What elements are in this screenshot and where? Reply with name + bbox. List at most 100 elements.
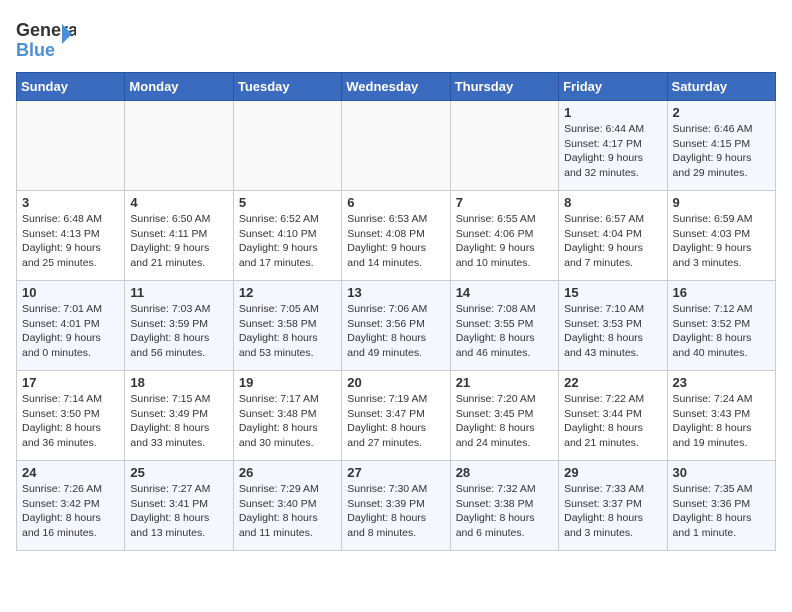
calendar-day-cell: 13 Sunrise: 7:06 AM Sunset: 3:56 PM Dayli… (342, 281, 450, 371)
day-number: 15 (564, 285, 661, 300)
day-number: 27 (347, 465, 444, 480)
day-info: Sunrise: 6:52 AM Sunset: 4:10 PM Dayligh… (239, 212, 336, 271)
calendar-day-cell: 30 Sunrise: 7:35 AM Sunset: 3:36 PM Dayli… (667, 461, 775, 551)
day-info: Sunrise: 7:27 AM Sunset: 3:41 PM Dayligh… (130, 482, 227, 541)
calendar-day-cell: 28 Sunrise: 7:32 AM Sunset: 3:38 PM Dayli… (450, 461, 558, 551)
calendar-day-cell: 21 Sunrise: 7:20 AM Sunset: 3:45 PM Dayli… (450, 371, 558, 461)
day-of-week-header: Thursday (450, 73, 558, 101)
day-number: 23 (673, 375, 770, 390)
calendar-day-cell: 4 Sunrise: 6:50 AM Sunset: 4:11 PM Daylig… (125, 191, 233, 281)
day-info: Sunrise: 6:44 AM Sunset: 4:17 PM Dayligh… (564, 122, 661, 181)
day-info: Sunrise: 7:32 AM Sunset: 3:38 PM Dayligh… (456, 482, 553, 541)
calendar-day-cell: 12Sunrise: 7:05 AM Sunset: 3:58 PM Dayli… (233, 281, 341, 371)
day-info: Sunrise: 7:10 AM Sunset: 3:53 PM Dayligh… (564, 302, 661, 361)
calendar-day-cell: 29 Sunrise: 7:33 AM Sunset: 3:37 PM Dayli… (559, 461, 667, 551)
calendar-day-cell: 15 Sunrise: 7:10 AM Sunset: 3:53 PM Dayli… (559, 281, 667, 371)
day-info: Sunrise: 6:55 AM Sunset: 4:06 PM Dayligh… (456, 212, 553, 271)
logo-svg: GeneralBlue (16, 16, 76, 64)
day-number: 1 (564, 105, 661, 120)
day-info: Sunrise: 7:08 AM Sunset: 3:55 PM Dayligh… (456, 302, 553, 361)
calendar-week-row: 17 Sunrise: 7:14 AM Sunset: 3:50 PM Dayli… (17, 371, 776, 461)
calendar-day-cell: 9 Sunrise: 6:59 AM Sunset: 4:03 PM Daylig… (667, 191, 775, 281)
calendar-day-cell (342, 101, 450, 191)
day-info: Sunrise: 6:46 AM Sunset: 4:15 PM Dayligh… (673, 122, 770, 181)
calendar-day-cell: 19Sunrise: 7:17 AM Sunset: 3:48 PM Dayli… (233, 371, 341, 461)
day-info: Sunrise: 7:03 AM Sunset: 3:59 PM Dayligh… (130, 302, 227, 361)
calendar-week-row: 10 Sunrise: 7:01 AM Sunset: 4:01 PM Dayli… (17, 281, 776, 371)
calendar-day-cell: 22 Sunrise: 7:22 AM Sunset: 3:44 PM Dayli… (559, 371, 667, 461)
calendar-day-cell: 17 Sunrise: 7:14 AM Sunset: 3:50 PM Dayli… (17, 371, 125, 461)
calendar-day-cell: 25 Sunrise: 7:27 AM Sunset: 3:41 PM Dayli… (125, 461, 233, 551)
calendar-day-cell: 14 Sunrise: 7:08 AM Sunset: 3:55 PM Dayli… (450, 281, 558, 371)
calendar-day-cell: 20Sunrise: 7:19 AM Sunset: 3:47 PM Dayli… (342, 371, 450, 461)
day-number: 6 (347, 195, 444, 210)
day-number: 22 (564, 375, 661, 390)
calendar-day-cell (125, 101, 233, 191)
day-number: 13 (347, 285, 444, 300)
day-number: 17 (22, 375, 119, 390)
calendar-day-cell: 27 Sunrise: 7:30 AM Sunset: 3:39 PM Dayli… (342, 461, 450, 551)
day-number: 16 (673, 285, 770, 300)
day-number: 28 (456, 465, 553, 480)
calendar-table: SundayMondayTuesdayWednesdayThursdayFrid… (16, 72, 776, 551)
day-of-week-header: Friday (559, 73, 667, 101)
calendar-day-cell: 1 Sunrise: 6:44 AM Sunset: 4:17 PM Daylig… (559, 101, 667, 191)
day-of-week-header: Wednesday (342, 73, 450, 101)
day-number: 30 (673, 465, 770, 480)
day-number: 21 (456, 375, 553, 390)
day-info: Sunrise: 7:19 AM Sunset: 3:47 PM Dayligh… (347, 392, 444, 451)
day-info: Sunrise: 7:35 AM Sunset: 3:36 PM Dayligh… (673, 482, 770, 541)
page-header: GeneralBlue (16, 16, 776, 64)
svg-text:Blue: Blue (16, 40, 55, 60)
day-info: Sunrise: 7:33 AM Sunset: 3:37 PM Dayligh… (564, 482, 661, 541)
day-number: 14 (456, 285, 553, 300)
logo: GeneralBlue (16, 16, 76, 64)
day-number: 25 (130, 465, 227, 480)
day-info: Sunrise: 7:14 AM Sunset: 3:50 PM Dayligh… (22, 392, 119, 451)
day-info: Sunrise: 7:01 AM Sunset: 4:01 PM Dayligh… (22, 302, 119, 361)
day-info: Sunrise: 7:30 AM Sunset: 3:39 PM Dayligh… (347, 482, 444, 541)
day-info: Sunrise: 6:57 AM Sunset: 4:04 PM Dayligh… (564, 212, 661, 271)
calendar-day-cell: 2Sunrise: 6:46 AM Sunset: 4:15 PM Daylig… (667, 101, 775, 191)
day-number: 9 (673, 195, 770, 210)
day-of-week-header: Saturday (667, 73, 775, 101)
calendar-day-cell: 23 Sunrise: 7:24 AM Sunset: 3:43 PM Dayli… (667, 371, 775, 461)
day-number: 18 (130, 375, 227, 390)
calendar-week-row: 24 Sunrise: 7:26 AM Sunset: 3:42 PM Dayli… (17, 461, 776, 551)
day-number: 11 (130, 285, 227, 300)
day-info: Sunrise: 7:05 AM Sunset: 3:58 PM Dayligh… (239, 302, 336, 361)
day-info: Sunrise: 7:06 AM Sunset: 3:56 PM Dayligh… (347, 302, 444, 361)
calendar-week-row: 1 Sunrise: 6:44 AM Sunset: 4:17 PM Daylig… (17, 101, 776, 191)
calendar-header-row: SundayMondayTuesdayWednesdayThursdayFrid… (17, 73, 776, 101)
day-number: 5 (239, 195, 336, 210)
day-info: Sunrise: 6:50 AM Sunset: 4:11 PM Dayligh… (130, 212, 227, 271)
day-number: 3 (22, 195, 119, 210)
day-number: 24 (22, 465, 119, 480)
day-number: 10 (22, 285, 119, 300)
day-info: Sunrise: 7:15 AM Sunset: 3:49 PM Dayligh… (130, 392, 227, 451)
calendar-day-cell: 11 Sunrise: 7:03 AM Sunset: 3:59 PM Dayli… (125, 281, 233, 371)
day-number: 4 (130, 195, 227, 210)
day-number: 7 (456, 195, 553, 210)
calendar-day-cell: 8 Sunrise: 6:57 AM Sunset: 4:04 PM Daylig… (559, 191, 667, 281)
day-info: Sunrise: 7:22 AM Sunset: 3:44 PM Dayligh… (564, 392, 661, 451)
calendar-day-cell (17, 101, 125, 191)
calendar-day-cell: 18 Sunrise: 7:15 AM Sunset: 3:49 PM Dayli… (125, 371, 233, 461)
calendar-day-cell: 6Sunrise: 6:53 AM Sunset: 4:08 PM Daylig… (342, 191, 450, 281)
day-number: 8 (564, 195, 661, 210)
day-info: Sunrise: 6:59 AM Sunset: 4:03 PM Dayligh… (673, 212, 770, 271)
calendar-day-cell: 26Sunrise: 7:29 AM Sunset: 3:40 PM Dayli… (233, 461, 341, 551)
day-number: 29 (564, 465, 661, 480)
calendar-day-cell: 5 Sunrise: 6:52 AM Sunset: 4:10 PM Daylig… (233, 191, 341, 281)
calendar-day-cell (233, 101, 341, 191)
calendar-day-cell: 3Sunrise: 6:48 AM Sunset: 4:13 PM Daylig… (17, 191, 125, 281)
calendar-day-cell: 24 Sunrise: 7:26 AM Sunset: 3:42 PM Dayli… (17, 461, 125, 551)
day-of-week-header: Monday (125, 73, 233, 101)
day-number: 19 (239, 375, 336, 390)
day-of-week-header: Tuesday (233, 73, 341, 101)
day-info: Sunrise: 7:26 AM Sunset: 3:42 PM Dayligh… (22, 482, 119, 541)
day-info: Sunrise: 7:24 AM Sunset: 3:43 PM Dayligh… (673, 392, 770, 451)
day-of-week-header: Sunday (17, 73, 125, 101)
calendar-day-cell: 7 Sunrise: 6:55 AM Sunset: 4:06 PM Daylig… (450, 191, 558, 281)
day-info: Sunrise: 7:20 AM Sunset: 3:45 PM Dayligh… (456, 392, 553, 451)
